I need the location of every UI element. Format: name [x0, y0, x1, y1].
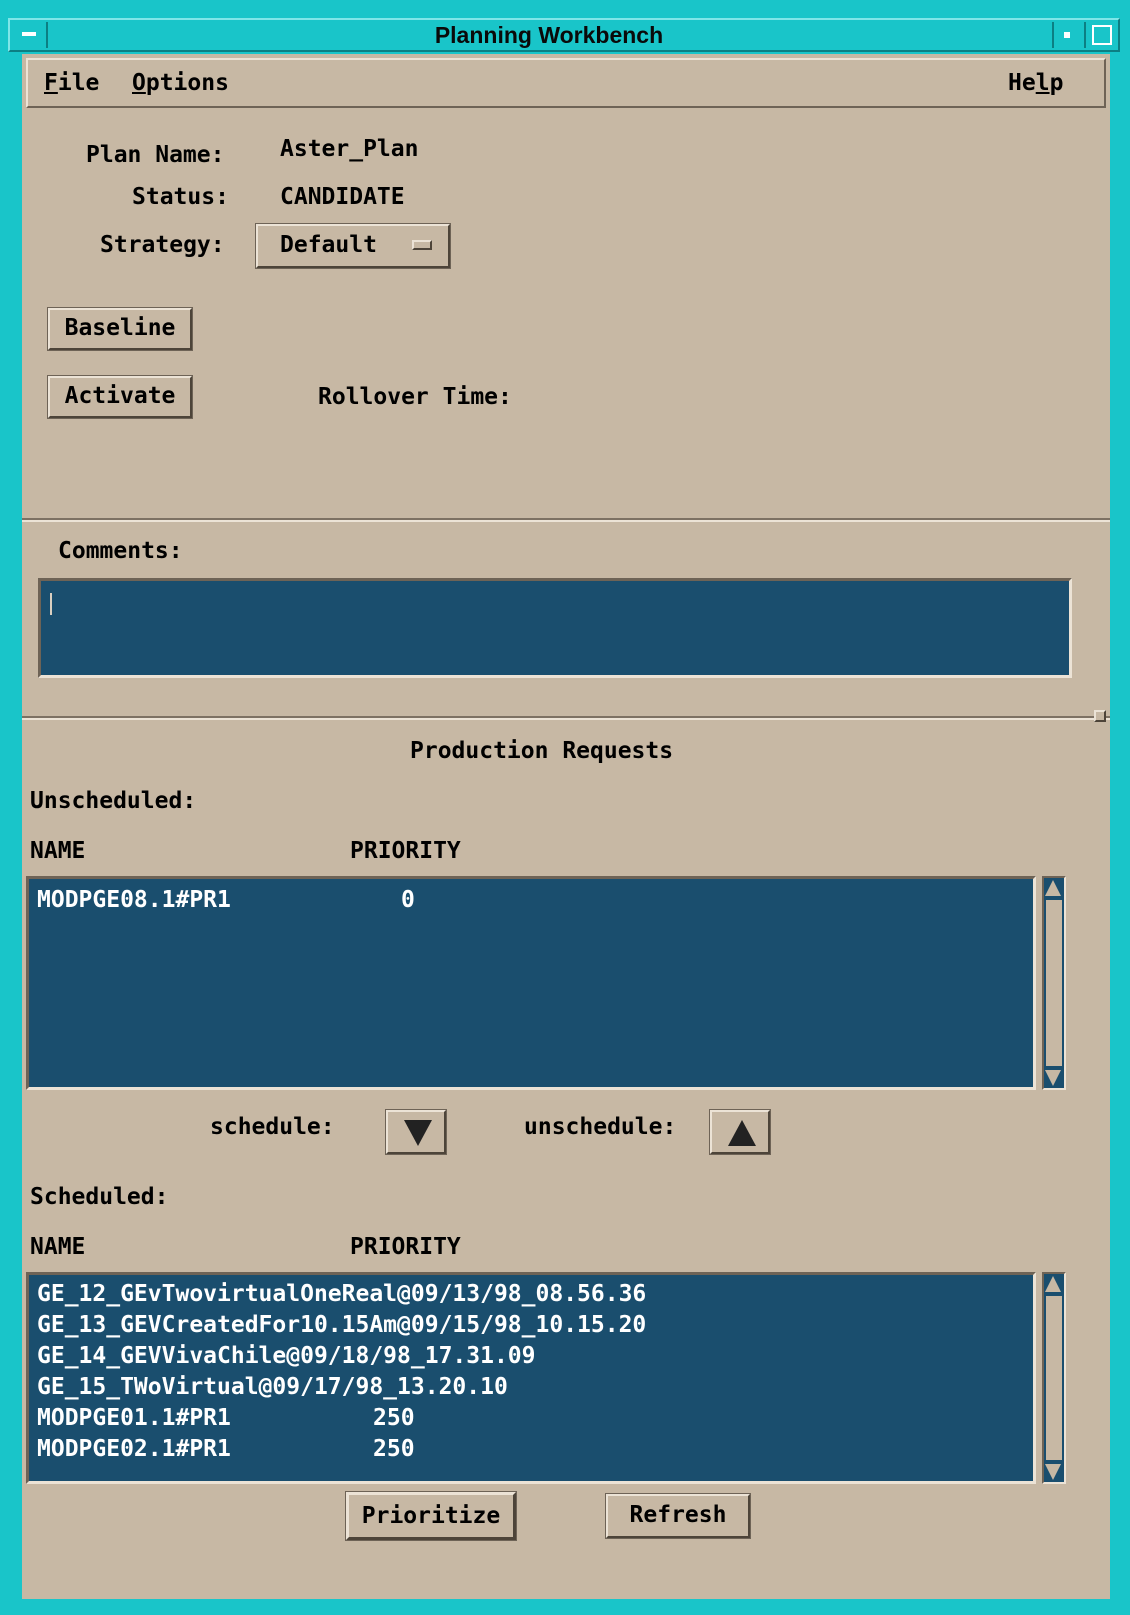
strategy-value: Default [280, 232, 377, 258]
activate-button[interactable]: Activate [47, 375, 193, 419]
unschedule-label: unschedule: [524, 1114, 677, 1140]
unscheduled-list[interactable]: MODPGE08.1#PR1 0 [26, 876, 1036, 1090]
list-item[interactable]: GE_12_GEvTwovirtualOneReal@09/13/98_08.5… [37, 1281, 646, 1307]
arrow-down-icon [404, 1120, 432, 1146]
menu-help-label-post: p [1049, 70, 1064, 96]
arrow-up-icon [728, 1120, 756, 1146]
option-menu-indicator-icon [412, 240, 432, 250]
menu-file-label: ile [57, 70, 100, 96]
scrollbar-slider[interactable] [1046, 900, 1062, 1066]
status-label: Status: [132, 184, 229, 210]
list-item[interactable]: MODPGE08.1#PR1 [37, 887, 231, 913]
refresh-button[interactable]: Refresh [605, 1493, 751, 1539]
scroll-down-icon[interactable] [1045, 1070, 1061, 1086]
menu-help-mnemonic: l [1035, 70, 1050, 96]
scroll-up-icon[interactable] [1045, 880, 1061, 896]
schedule-label: schedule: [210, 1114, 335, 1140]
window-frame: Planning Workbench File Options Help Pla… [0, 0, 1130, 1615]
request-priority: 250 [373, 1436, 415, 1462]
menu-file[interactable]: File [44, 70, 99, 96]
menu-file-mnemonic: F [44, 70, 58, 96]
list-item[interactable]: GE_14_GEVVivaChile@09/18/98_17.31.09 [37, 1343, 536, 1369]
pane-separator [22, 716, 1110, 720]
scheduled-label: Scheduled: [30, 1184, 169, 1210]
scheduled-scrollbar[interactable] [1042, 1272, 1066, 1484]
minimize-icon [1064, 32, 1070, 38]
menu-options[interactable]: Options [132, 70, 229, 96]
prioritize-button[interactable]: Prioritize [345, 1491, 517, 1541]
unscheduled-scrollbar[interactable] [1042, 876, 1066, 1090]
request-priority: 0 [401, 887, 415, 913]
menu-help-label-pre: He [1008, 70, 1036, 96]
minimize-button[interactable] [1052, 22, 1082, 48]
scheduled-name-header: NAME [30, 1234, 86, 1260]
title-bar[interactable]: Planning Workbench [8, 18, 1120, 52]
baseline-button[interactable]: Baseline [47, 307, 193, 351]
comments-textarea[interactable] [38, 578, 1072, 678]
unscheduled-name-header: NAME [30, 838, 86, 864]
maximize-icon [1092, 25, 1112, 45]
request-name: MODPGE08.1#PR1 [37, 887, 231, 913]
menu-options-label: ptions [145, 70, 229, 96]
window-menu-button[interactable] [12, 22, 48, 48]
text-cursor [50, 593, 52, 615]
strategy-option-menu[interactable]: Default [255, 223, 451, 269]
separator [22, 518, 1110, 522]
unscheduled-priority-header: PRIORITY [350, 838, 461, 864]
client-area: File Options Help Plan Name: Aster_Plan … [22, 54, 1110, 1599]
production-requests-title: Production Requests [410, 738, 674, 764]
unscheduled-label: Unscheduled: [30, 788, 197, 814]
rollover-time-label: Rollover Time: [318, 384, 512, 410]
window-title: Planning Workbench [434, 22, 664, 48]
scroll-down-icon[interactable] [1045, 1464, 1061, 1480]
plan-name-value: Aster_Plan [280, 136, 419, 162]
schedule-button[interactable] [385, 1109, 447, 1155]
menu-options-mnemonic: O [132, 70, 146, 96]
window-menu-icon [22, 32, 36, 36]
scroll-up-icon[interactable] [1045, 1276, 1061, 1292]
scrollbar-slider[interactable] [1046, 1296, 1062, 1460]
maximize-button[interactable] [1084, 22, 1116, 48]
scheduled-list[interactable]: GE_12_GEvTwovirtualOneReal@09/13/98_08.5… [26, 1272, 1036, 1484]
list-item[interactable]: GE_15_TWoVirtual@09/17/98_13.20.10 [37, 1374, 508, 1400]
menu-help[interactable]: Help [1008, 70, 1063, 96]
comments-label: Comments: [58, 538, 183, 564]
list-item[interactable]: MODPGE01.1#PR1 [37, 1405, 231, 1431]
menu-bar: File Options Help [26, 58, 1106, 108]
pane-sash[interactable] [1094, 710, 1106, 722]
list-item[interactable]: GE_13_GEVCreatedFor10.15Am@09/15/98_10.1… [37, 1312, 646, 1338]
request-priority: 250 [373, 1405, 415, 1431]
list-item[interactable]: MODPGE02.1#PR1 [37, 1436, 231, 1462]
unschedule-button[interactable] [709, 1109, 771, 1155]
status-value: CANDIDATE [280, 184, 405, 210]
strategy-label: Strategy: [100, 232, 225, 258]
plan-name-label: Plan Name: [86, 142, 225, 168]
scheduled-priority-header: PRIORITY [350, 1234, 461, 1260]
